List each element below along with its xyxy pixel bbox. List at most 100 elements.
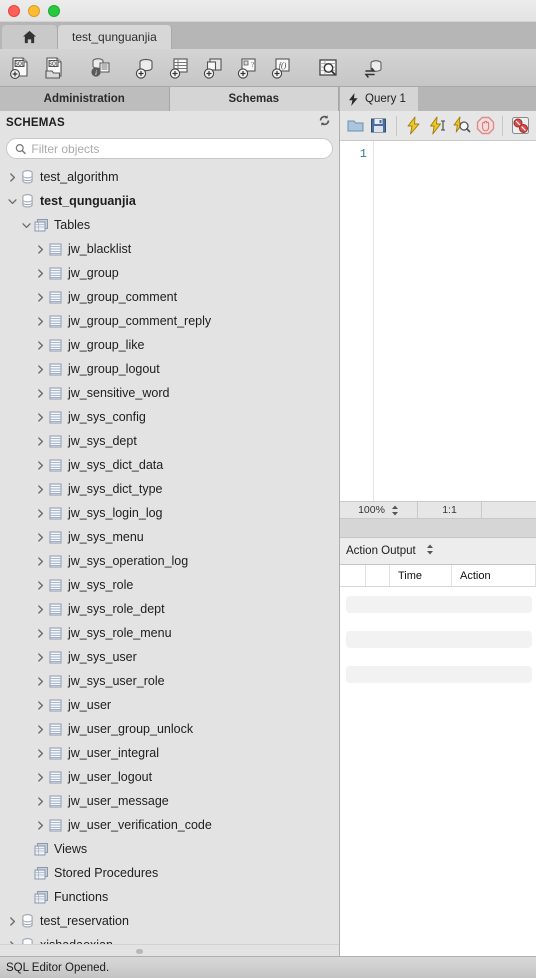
chevron-right-icon[interactable] [34,484,47,494]
tab-home[interactable] [2,25,58,49]
schema-tree[interactable]: test_algorithm test_qunguanjia Tables jw_bl… [0,164,339,944]
tab-connection[interactable]: test_qunguanjia [58,25,172,49]
chevron-right-icon[interactable] [34,388,47,398]
create-table-button[interactable] [164,52,196,84]
tree-item-test-reservation[interactable]: test_reservation [0,909,339,933]
chevron-right-icon[interactable] [34,628,47,638]
tree-item-jw-group-comment-reply[interactable]: jw_group_comment_reply [0,309,339,333]
chevron-right-icon[interactable] [34,772,47,782]
chevron-right-icon[interactable] [34,580,47,590]
maximize-button[interactable] [48,4,60,17]
tree-item-stored-procedures[interactable]: Stored Procedures [0,861,339,885]
chevron-right-icon[interactable] [34,412,47,422]
chevron-right-icon[interactable] [6,172,19,182]
filter-objects-input[interactable] [31,141,324,156]
chevron-right-icon[interactable] [34,340,47,350]
chevron-right-icon[interactable] [34,244,47,254]
tree-item-jw-sys-login-log[interactable]: jw_sys_login_log [0,501,339,525]
chevron-right-icon[interactable] [34,820,47,830]
tree-item-jw-sys-dict-data[interactable]: jw_sys_dict_data [0,453,339,477]
tree-item-jw-sys-role-menu[interactable]: jw_sys_role_menu [0,621,339,645]
tree-item-jw-sys-config[interactable]: jw_sys_config [0,405,339,429]
tree-item-jw-sys-role-dept[interactable]: jw_sys_role_dept [0,597,339,621]
scrollbar-thumb[interactable] [135,949,143,954]
tree-item-tables[interactable]: Tables [0,213,339,237]
toggle-stop-on-error-button[interactable] [509,113,532,138]
tree-item-jw-user-group-unlock[interactable]: jw_user_group_unlock [0,717,339,741]
tree-item-jw-group-logout[interactable]: jw_group_logout [0,357,339,381]
inspector-button[interactable]: i [84,52,116,84]
tree-item-views[interactable]: Views [0,837,339,861]
tree-item-jw-sensitive-word[interactable]: jw_sensitive_word [0,381,339,405]
tree-item-jw-sys-role[interactable]: jw_sys_role [0,573,339,597]
tree-item-jw-sys-menu[interactable]: jw_sys_menu [0,525,339,549]
minimize-button[interactable] [28,4,40,17]
tab-query-1[interactable]: Query 1 [340,87,418,111]
tree-item-jw-group-comment[interactable]: jw_group_comment [0,285,339,309]
output-selector-icon[interactable] [426,542,434,560]
sidebar-horizontal-scrollbar[interactable] [0,944,339,956]
create-procedure-button[interactable]: ? [232,52,264,84]
create-schema-button[interactable] [130,52,162,84]
zoom-control[interactable]: 100% [340,502,418,518]
chevron-right-icon[interactable] [34,556,47,566]
reconnect-server-icon [364,59,382,78]
tab-administration[interactable]: Administration [0,87,170,111]
chevron-right-icon[interactable] [34,364,47,374]
execute-statement-button[interactable] [427,113,450,138]
chevron-right-icon[interactable] [34,268,47,278]
chevron-down-icon[interactable] [20,221,33,230]
tree-item-jw-sys-user-role[interactable]: jw_sys_user_role [0,669,339,693]
chevron-right-icon[interactable] [34,604,47,614]
tree-item-jw-blacklist[interactable]: jw_blacklist [0,237,339,261]
chevron-right-icon[interactable] [34,724,47,734]
chevron-right-icon[interactable] [6,916,19,926]
tree-item-jw-user[interactable]: jw_user [0,693,339,717]
refresh-icon[interactable] [318,114,331,132]
tree-item-functions[interactable]: Functions [0,885,339,909]
chevron-right-icon[interactable] [34,532,47,542]
tree-item-jw-sys-user[interactable]: jw_sys_user [0,645,339,669]
search-data-button[interactable] [312,52,344,84]
open-sql-script-button[interactable]: SQL [38,52,70,84]
sql-editor[interactable]: 1 [340,141,536,501]
reconnect-server-button[interactable] [358,52,390,84]
stepper-icon[interactable] [391,505,399,516]
chevron-right-icon[interactable] [34,676,47,686]
chevron-right-icon[interactable] [34,700,47,710]
tree-item-jw-sys-dict-type[interactable]: jw_sys_dict_type [0,477,339,501]
chevron-right-icon[interactable] [34,436,47,446]
chevron-down-icon[interactable] [6,197,19,206]
tree-item-jw-group[interactable]: jw_group [0,261,339,285]
save-file-button[interactable] [368,113,391,138]
create-function-button[interactable]: f() [266,52,298,84]
chevron-right-icon[interactable] [34,652,47,662]
tree-item-test-qunguanjia[interactable]: test_qunguanjia [0,189,339,213]
create-view-button[interactable] [198,52,230,84]
pane-divider[interactable] [340,519,536,537]
editor-code-area[interactable] [374,141,536,501]
filter-objects-box[interactable] [6,138,333,159]
execute-button[interactable] [403,113,426,138]
chevron-right-icon[interactable] [34,292,47,302]
tree-item-test-algorithm[interactable]: test_algorithm [0,165,339,189]
close-button[interactable] [8,4,20,17]
chevron-right-icon[interactable] [34,796,47,806]
open-file-button[interactable] [344,113,367,138]
explain-button[interactable] [450,113,473,138]
tab-schemas[interactable]: Schemas [169,87,339,111]
tree-item-jw-user-integral[interactable]: jw_user_integral [0,741,339,765]
stop-button[interactable] [474,113,497,138]
chevron-right-icon[interactable] [34,316,47,326]
chevron-right-icon[interactable] [34,508,47,518]
tree-item-jw-user-verification-code[interactable]: jw_user_verification_code [0,813,339,837]
tree-item-jw-user-message[interactable]: jw_user_message [0,789,339,813]
chevron-right-icon[interactable] [34,748,47,758]
tree-item-xishadaoxian[interactable]: xishadaoxian [0,933,339,944]
new-sql-tab-button[interactable]: SQL [4,52,36,84]
tree-item-jw-sys-dept[interactable]: jw_sys_dept [0,429,339,453]
chevron-right-icon[interactable] [34,460,47,470]
tree-item-jw-user-logout[interactable]: jw_user_logout [0,765,339,789]
tree-item-jw-sys-operation-log[interactable]: jw_sys_operation_log [0,549,339,573]
tree-item-jw-group-like[interactable]: jw_group_like [0,333,339,357]
